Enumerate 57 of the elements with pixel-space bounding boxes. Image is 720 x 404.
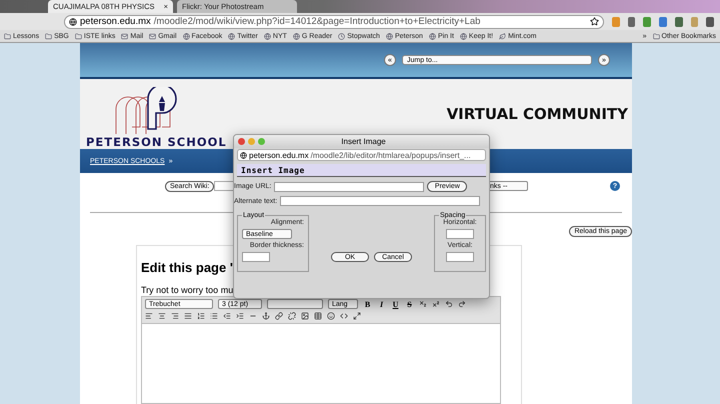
bookmark-icon	[499, 32, 506, 40]
format-button[interactable]: S	[405, 300, 414, 308]
anchor-icon[interactable]	[262, 312, 270, 320]
unlink-icon[interactable]	[288, 312, 296, 320]
bookmark-icon	[149, 32, 156, 40]
page-heading: Edit this page '	[141, 260, 233, 275]
redo-icon[interactable]	[458, 300, 466, 308]
align-left-icon[interactable]	[145, 312, 153, 320]
bookmark-icon	[74, 32, 82, 40]
bookmark-icon	[292, 32, 300, 40]
address-bar[interactable]: peterson.edu.mx /moodle2/mod/wiki/view.php?id=14012&page=Introduction+to+Electricity+Lab	[64, 14, 604, 28]
bookmark-icon	[182, 32, 190, 40]
bullet-list-icon[interactable]	[210, 312, 218, 320]
dialog-heading: Insert Image	[237, 164, 486, 177]
outdent-icon[interactable]	[223, 312, 231, 320]
vertical-field[interactable]	[446, 252, 474, 262]
justify-icon[interactable]	[184, 312, 192, 320]
undo-icon[interactable]	[445, 300, 453, 308]
format-button[interactable]: B	[363, 300, 372, 308]
bookmark-icon	[121, 32, 128, 40]
subscript-icon[interactable]	[419, 300, 427, 308]
dialog-title: Insert Image	[340, 137, 387, 146]
indent-icon[interactable]	[236, 312, 244, 320]
folder-icon	[652, 32, 660, 40]
bookmark-icon	[428, 32, 436, 40]
bookmark-icon	[338, 32, 346, 40]
format-button[interactable]: U	[391, 300, 400, 308]
school-name: PETERSON SCHOOL	[86, 135, 227, 149]
site-title: VIRTUAL COMMUNITY	[446, 105, 628, 123]
bookmark-icon	[386, 32, 393, 40]
table-icon[interactable]	[314, 312, 322, 320]
numbered-list-icon[interactable]	[197, 312, 205, 320]
dialog-address-bar: peterson.edu.mx /moodle2/lib/editor/htmlarea/popups/insert_...	[237, 149, 486, 161]
star-icon[interactable]	[590, 17, 599, 26]
globe-icon	[240, 152, 247, 158]
horizontal-field[interactable]	[446, 229, 474, 239]
bookmark-icon	[4, 32, 11, 40]
bookmark-icon	[228, 32, 236, 40]
align-center-icon[interactable]	[158, 312, 166, 320]
bookmark-icon	[45, 32, 52, 40]
image-icon[interactable]	[301, 312, 309, 320]
smiley-icon[interactable]	[327, 312, 335, 320]
format-select[interactable]	[267, 299, 323, 309]
border-thickness-field[interactable]	[242, 252, 270, 262]
close-button[interactable]	[238, 138, 245, 145]
bookmark-icon	[460, 32, 467, 40]
alternate-text-field[interactable]	[280, 196, 480, 206]
fullscreen-icon[interactable]	[353, 312, 361, 320]
image-url-field[interactable]	[274, 182, 424, 192]
code-icon[interactable]	[340, 312, 348, 320]
superscript-icon[interactable]	[432, 300, 440, 308]
link-icon[interactable]	[275, 312, 283, 320]
hint-text: Try not to worry too mu	[141, 285, 234, 295]
align-right-icon[interactable]	[171, 312, 179, 320]
format-button[interactable]: I	[377, 300, 386, 308]
bookmark-icon	[264, 32, 271, 40]
globe-icon	[69, 18, 77, 26]
